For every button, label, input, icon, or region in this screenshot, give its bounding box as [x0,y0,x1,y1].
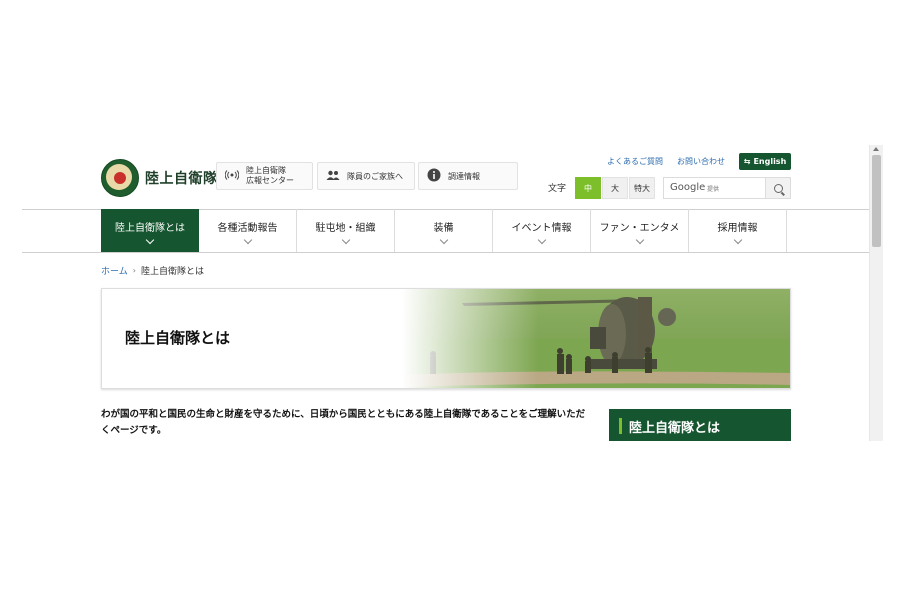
nav-about-label: 陸上自衛隊とは [115,222,185,234]
heading-accent-bar [619,418,622,434]
chevron-down-icon [145,235,155,244]
swap-arrows-icon: ⇆ [743,157,751,166]
scroll-thumb[interactable] [872,155,881,247]
sidebar-heading-title: 陸上自衛隊とは [629,421,721,436]
nav-activities-label: 各種活動報告 [217,222,278,234]
chevron-down-icon [439,235,448,244]
english-button[interactable]: ⇆ English [739,153,791,170]
helicopter-photo [402,289,790,388]
logo-text: 陸上自衛隊 [145,171,218,187]
nav-recruit-label: 採用情報 [717,222,758,234]
hero-banner: 陸上自衛隊とは [101,288,791,389]
procurement-button-label: 調達情報 [448,171,480,181]
font-size-medium[interactable]: 中 [575,177,601,199]
english-label: English [753,157,787,166]
breadcrumb-current: 陸上自衛隊とは [140,267,204,277]
nav-events[interactable]: イベント情報 [493,209,591,252]
broadcast-icon [223,169,241,184]
faq-link[interactable]: よくあるご質問 [607,156,663,167]
nav-fan-label: ファン・エンタメ [599,222,680,234]
site-logo[interactable]: 陸上自衛隊 [101,159,218,197]
global-nav: 陸上自衛隊とは 各種活動報告 駐屯地・組織 装備 イベント情報 ファン・エンタメ… [101,209,787,252]
search-provided-label: 提供 [707,186,720,193]
jgsdf-emblem-icon [101,159,139,197]
chevron-right-icon: › [132,266,136,275]
family-button[interactable]: 隊員のご家族へ [317,162,415,190]
chevron-down-icon [243,235,252,244]
nav-activities[interactable]: 各種活動報告 [199,209,297,252]
chevron-down-icon [341,235,350,244]
search-button[interactable] [765,178,790,198]
family-button-label: 隊員のご家族へ [347,171,403,181]
procurement-button[interactable]: 調達情報 [418,162,518,190]
site-search[interactable]: Google 提供 [663,177,791,199]
info-icon [425,168,443,185]
font-size-xlarge[interactable]: 特大 [629,177,655,199]
nav-bases-label: 駐屯地・組織 [315,222,376,234]
chevron-down-icon [537,235,546,244]
pr-center-line2: 広報センター [246,176,294,185]
pr-center-line1: 陸上自衛隊 [246,166,286,175]
page-title: 陸上自衛隊とは [125,329,231,347]
lead-paragraph: わが国の平和と国民の生命と財産を守るために、日頃から国民とともにある陸上自衛隊で… [101,409,586,436]
nav-equipment-label: 装備 [433,222,454,234]
scroll-up-arrow-icon[interactable] [873,147,879,151]
nav-fan[interactable]: ファン・エンタメ [591,209,689,252]
breadcrumb: ホーム › 陸上自衛隊とは [101,264,204,277]
vertical-scrollbar[interactable] [869,145,883,441]
search-icon [773,183,783,193]
sidebar-heading[interactable]: 陸上自衛隊とは [609,409,791,441]
browser-viewport: 陸上自衛隊 陸上自衛隊 広報センター 隊員のご家族へ 調達情報 よくあるご質問 … [22,145,882,441]
chevron-down-icon [635,235,644,244]
google-brand: Google [670,182,706,193]
nav-about[interactable]: 陸上自衛隊とは [101,209,199,252]
breadcrumb-home[interactable]: ホーム [101,264,128,277]
pr-center-button[interactable]: 陸上自衛隊 広報センター [216,162,313,190]
chevron-down-icon [733,235,742,244]
nav-recruit[interactable]: 採用情報 [689,209,787,252]
font-size-large[interactable]: 大 [602,177,628,199]
nav-equipment[interactable]: 装備 [395,209,493,252]
nav-bases[interactable]: 駐屯地・組織 [297,209,395,252]
people-icon [324,170,342,183]
contact-link[interactable]: お問い合わせ [677,156,725,167]
font-size-label: 文字 [548,184,567,194]
nav-events-label: イベント情報 [511,222,572,234]
nav-bottom-border [22,252,882,253]
